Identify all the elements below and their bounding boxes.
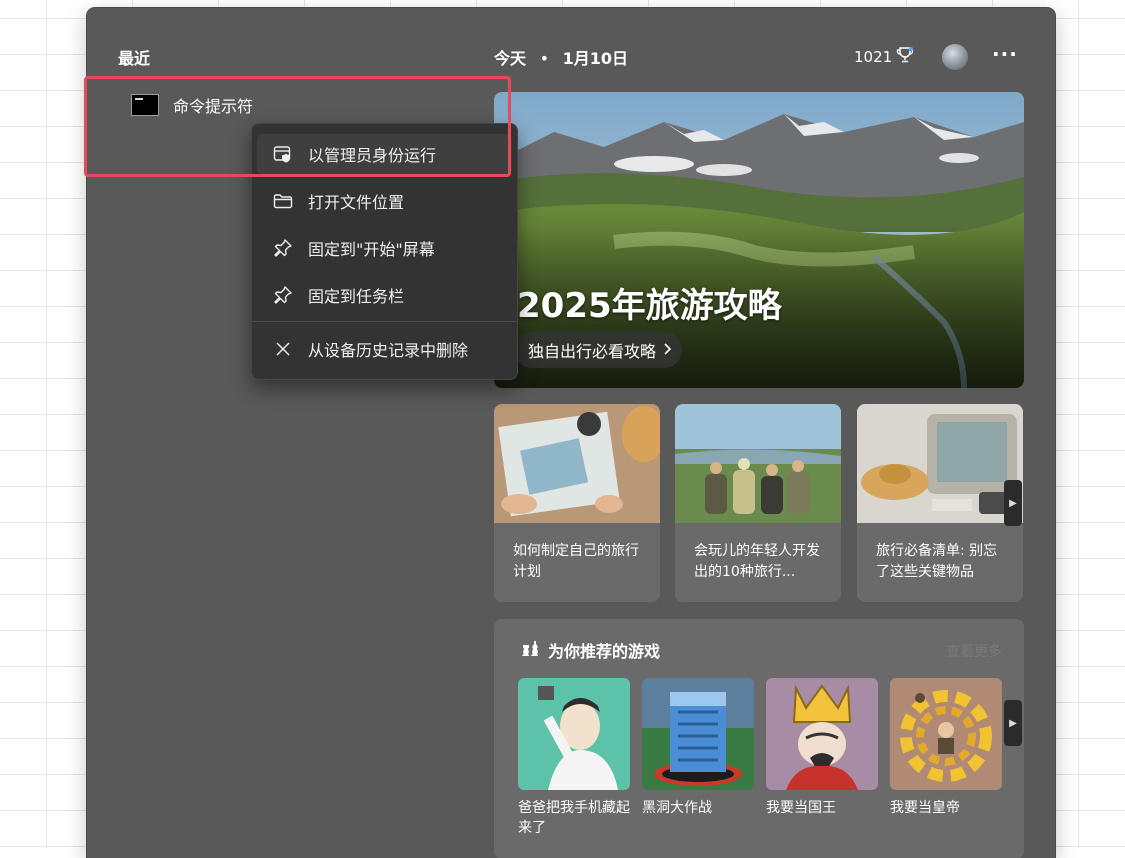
- game-title: 爸爸把我手机藏起来了: [518, 800, 630, 836]
- date-label: 1月10日: [562, 49, 629, 68]
- menu-divider: [252, 321, 517, 322]
- today-label: 今天: [494, 49, 527, 68]
- game-item[interactable]: 黑洞大作战: [642, 678, 754, 818]
- menu-item-label: 从设备历史记录中删除: [308, 341, 469, 360]
- chevron-right-icon: ▶: [1009, 497, 1017, 509]
- annotation-highlight-box: [84, 76, 511, 177]
- points-value: 1021: [854, 48, 893, 66]
- rewards-points[interactable]: 1021: [854, 46, 914, 68]
- hero-card[interactable]: 2025年旅游攻略 独自出行必看攻略: [494, 92, 1024, 388]
- date-separator: •: [539, 49, 550, 68]
- folder-icon: [270, 193, 296, 209]
- games-section-title: 为你推荐的游戏: [520, 638, 660, 662]
- menu-item-remove-from-history[interactable]: 从设备历史记录中删除: [257, 329, 512, 369]
- news-card[interactable]: 会玩儿的年轻人开发出的10种旅行...: [675, 404, 841, 602]
- game-thumbnail: [642, 678, 754, 790]
- chevron-right-icon: ▶: [1009, 717, 1017, 729]
- games-section: 为你推荐的游戏 查看更多 爸爸把我手机藏起来了 黑洞大作战 我要当国王 我要当皇…: [494, 619, 1024, 858]
- chess-icon: [520, 639, 540, 661]
- chevron-right-icon: [662, 341, 672, 360]
- game-title: 我要当国王: [766, 800, 836, 816]
- menu-item-label: 打开文件位置: [308, 193, 405, 212]
- close-icon: [270, 341, 296, 357]
- game-thumbnail: [766, 678, 878, 790]
- hero-link-button[interactable]: 独自出行必看攻略: [514, 332, 683, 368]
- game-title: 我要当皇帝: [890, 800, 960, 816]
- see-more-link[interactable]: 查看更多: [946, 641, 1002, 661]
- game-item[interactable]: 我要当皇帝: [890, 678, 1002, 818]
- menu-item-pin-to-start[interactable]: 固定到"开始"屏幕: [257, 228, 512, 268]
- today-date-header: 今天 • 1月10日: [494, 45, 628, 69]
- carousel-next-button[interactable]: ▶: [1004, 480, 1022, 526]
- news-card-title: 会玩儿的年轻人开发出的10种旅行...: [694, 543, 820, 580]
- news-card-title: 如何制定自己的旅行计划: [513, 543, 639, 580]
- game-item[interactable]: 爸爸把我手机藏起来了: [518, 678, 630, 838]
- news-card[interactable]: 旅行必备清单: 别忘了这些关键物品: [857, 404, 1023, 602]
- pin-icon: [270, 285, 296, 305]
- avatar[interactable]: [942, 44, 968, 70]
- game-title: 黑洞大作战: [642, 800, 712, 816]
- hero-title: 2025年旅游攻略: [517, 286, 782, 326]
- menu-item-open-file-location[interactable]: 打开文件位置: [257, 181, 512, 221]
- hikers-image: [675, 404, 841, 523]
- pin-icon: [270, 238, 296, 258]
- travel-planning-image: [494, 404, 660, 523]
- game-thumbnail: [518, 678, 630, 790]
- games-title-label: 为你推荐的游戏: [548, 642, 661, 661]
- recent-heading: 最近: [118, 49, 151, 68]
- menu-item-label: 固定到"开始"屏幕: [308, 240, 435, 259]
- game-item[interactable]: 我要当国王: [766, 678, 878, 818]
- more-options-icon[interactable]: ···: [992, 42, 1018, 66]
- news-card-title: 旅行必备清单: 别忘了这些关键物品: [876, 543, 998, 580]
- trophy-icon: [896, 46, 914, 68]
- news-card[interactable]: 如何制定自己的旅行计划: [494, 404, 660, 602]
- games-carousel-next-button[interactable]: ▶: [1004, 700, 1022, 746]
- packing-list-image: [857, 404, 1023, 523]
- menu-item-label: 固定到任务栏: [308, 287, 405, 306]
- game-thumbnail: [890, 678, 1002, 790]
- menu-item-pin-to-taskbar[interactable]: 固定到任务栏: [257, 275, 512, 315]
- hero-button-label: 独自出行必看攻略: [528, 342, 657, 361]
